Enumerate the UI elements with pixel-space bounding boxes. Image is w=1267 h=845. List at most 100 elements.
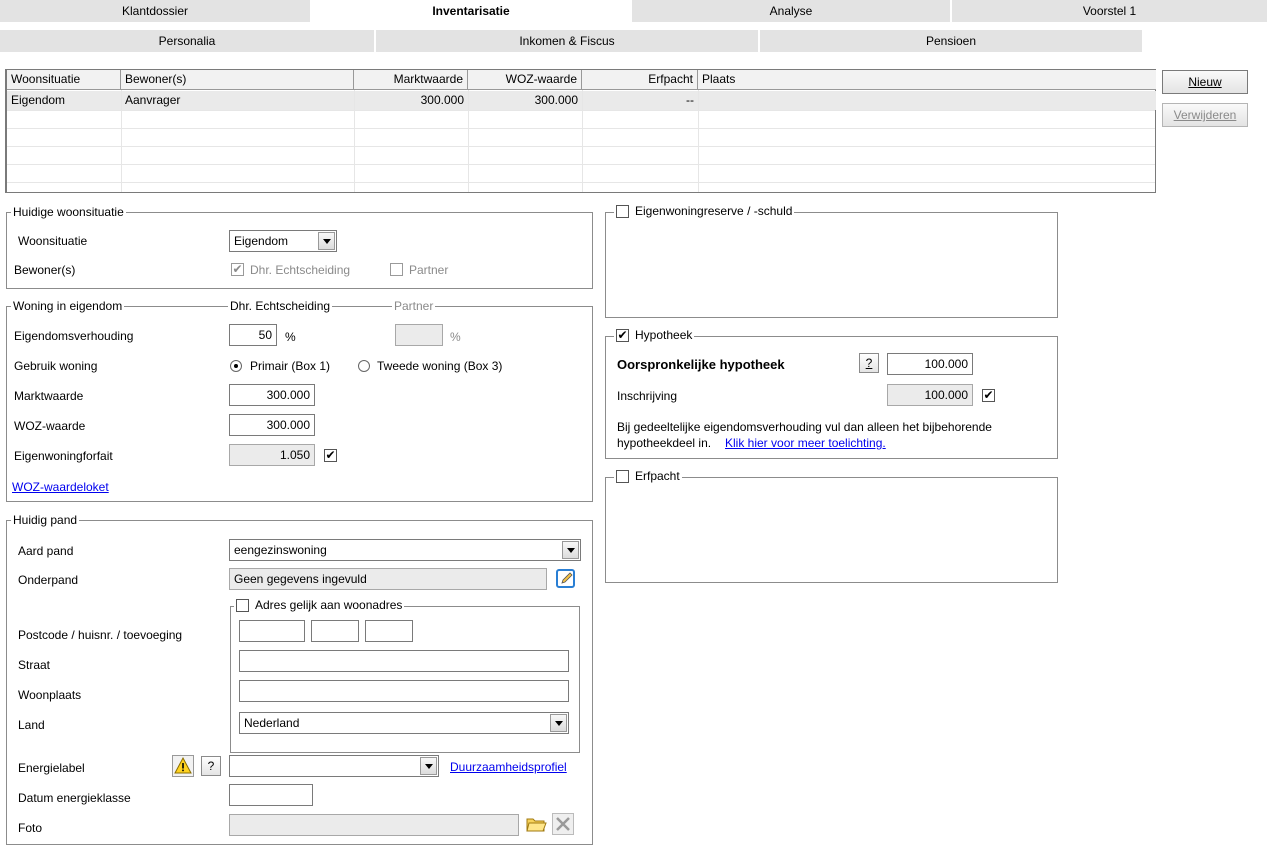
- hypotheek-checkbox[interactable]: ✔: [616, 329, 629, 343]
- tab-klantdossier[interactable]: Klantdossier: [0, 0, 312, 22]
- bewoner-partner-checkbox[interactable]: [390, 263, 403, 276]
- onderpand-label: Onderpand: [18, 573, 79, 587]
- tab-inkomen-fiscus[interactable]: Inkomen & Fiscus: [376, 30, 760, 52]
- foto-input[interactable]: [229, 814, 519, 836]
- energielabel-help-button[interactable]: ?: [201, 756, 221, 776]
- eigenwoningforfait-input[interactable]: 1.050: [229, 444, 315, 466]
- marktwaarde-label: Marktwaarde: [14, 389, 84, 403]
- tweede-woning-radio[interactable]: [358, 360, 370, 372]
- oorspronkelijke-hypotheek-input[interactable]: 100.000: [887, 353, 973, 375]
- erfpacht-legend: Erfpacht: [614, 469, 682, 484]
- row-divider: [7, 164, 1155, 165]
- toevoeging-input[interactable]: [365, 620, 413, 642]
- woz-waardeloket-link[interactable]: WOZ-waardeloket: [12, 479, 109, 495]
- tab-inventarisatie[interactable]: Inventarisatie: [312, 0, 632, 22]
- woz-waarde-input[interactable]: 300.000: [229, 414, 315, 436]
- eigendomsverhouding-input[interactable]: 50: [229, 324, 277, 346]
- column-header-partner: Partner: [392, 299, 436, 313]
- row-divider: [7, 128, 1155, 129]
- eigenwoningforfait-checkbox[interactable]: ✔: [324, 449, 337, 462]
- cell-erfpacht: --: [686, 93, 694, 107]
- woonplaats-input[interactable]: [239, 680, 569, 702]
- bewoner-partner-label: Partner: [409, 263, 449, 277]
- col-header-bewoners[interactable]: Bewoner(s): [121, 70, 354, 90]
- eigenwoningreserve-checkbox[interactable]: [616, 205, 629, 219]
- percent-label: %: [285, 330, 296, 344]
- woonplaats-label: Woonplaats: [18, 688, 82, 702]
- delete-photo-icon[interactable]: [552, 813, 574, 835]
- tweede-woning-label: Tweede woning (Box 3): [377, 359, 503, 373]
- gebruik-woning-label: Gebruik woning: [14, 359, 98, 373]
- adres-legend: Adres gelijk aan woonadres: [234, 598, 405, 613]
- tab-pensioen[interactable]: Pensioen: [760, 30, 1144, 52]
- primair-radio[interactable]: [230, 360, 242, 372]
- col-header-woz-waarde[interactable]: WOZ-waarde: [468, 70, 582, 90]
- inschrijving-label: Inschrijving: [617, 389, 678, 403]
- huisnummer-input[interactable]: [311, 620, 359, 642]
- erfpacht-checkbox[interactable]: [616, 470, 629, 484]
- col-header-woonsituatie[interactable]: Woonsituatie: [7, 70, 121, 90]
- onderpand-input[interactable]: Geen gegevens ingevuld: [229, 568, 547, 590]
- foto-label: Foto: [18, 821, 43, 835]
- cell-bewoners: Aanvrager: [125, 93, 181, 107]
- percent-partner-label: %: [450, 330, 461, 344]
- cell-marktwaarde: 300.000: [420, 93, 464, 107]
- chevron-down-icon: [420, 757, 437, 775]
- woonsituatie-label: Woonsituatie: [18, 234, 88, 248]
- adres-gelijk-checkbox[interactable]: [236, 599, 249, 613]
- inschrijving-checkbox[interactable]: ✔: [982, 389, 995, 402]
- woonsituatie-select[interactable]: Eigendom: [229, 230, 337, 252]
- energielabel-select[interactable]: [229, 755, 439, 777]
- edit-icon[interactable]: [555, 568, 577, 590]
- hypotheek-info-line2: hypotheekdeel in.: [617, 436, 712, 450]
- col-header-plaats[interactable]: Plaats: [698, 70, 1156, 90]
- hypotheek-help-button[interactable]: ?: [859, 353, 879, 373]
- oorspronkelijke-hypotheek-label: Oorspronkelijke hypotheek: [617, 357, 785, 372]
- woz-waarde-label: WOZ-waarde: [14, 419, 86, 433]
- primair-label: Primair (Box 1): [250, 359, 331, 373]
- woning-in-eigendom-legend: Woning in eigendom: [11, 299, 125, 313]
- duurzaamheidsprofiel-link[interactable]: Duurzaamheidsprofiel: [450, 759, 567, 775]
- eigendomsverhouding-partner-input[interactable]: [395, 324, 443, 346]
- chevron-down-icon: [562, 541, 579, 559]
- bewoner-echtscheiding-label: Dhr. Echtscheiding: [250, 263, 351, 277]
- warning-icon[interactable]: [172, 755, 194, 777]
- col-divider: [582, 90, 583, 192]
- verwijderen-button[interactable]: Verwijderen: [1162, 103, 1248, 127]
- hypotheek-info-line1: Bij gedeeltelijke eigendomsverhouding vu…: [617, 420, 992, 434]
- tab-personalia[interactable]: Personalia: [0, 30, 376, 52]
- straat-input[interactable]: [239, 650, 569, 672]
- hypotheek-legend: ✔ Hypotheek: [614, 328, 695, 343]
- tab-analyse[interactable]: Analyse: [632, 0, 952, 22]
- postcode-label: Postcode / huisnr. / toevoeging: [18, 628, 183, 642]
- bewoners-label: Bewoner(s): [14, 263, 76, 277]
- datum-energieklasse-label: Datum energieklasse: [18, 791, 131, 805]
- huidige-woonsituatie-legend: Huidige woonsituatie: [11, 205, 126, 219]
- row-divider: [7, 146, 1155, 147]
- erfpacht-group: [605, 477, 1058, 583]
- woonsituatie-table[interactable]: Woonsituatie Bewoner(s) Marktwaarde WOZ-…: [5, 69, 1156, 193]
- chevron-down-icon: [318, 232, 335, 250]
- tab-voorstel-1[interactable]: Voorstel 1: [952, 0, 1267, 22]
- col-divider: [354, 90, 355, 192]
- huidig-pand-legend: Huidig pand: [11, 513, 80, 527]
- row-divider: [7, 110, 1155, 111]
- aard-pand-select[interactable]: eengezinswoning: [229, 539, 581, 561]
- eigenwoningreserve-group: [605, 212, 1058, 318]
- bewoner-echtscheiding-checkbox[interactable]: ✔: [231, 263, 244, 276]
- toelichting-link[interactable]: Klik hier voor meer toelichting.: [725, 435, 886, 451]
- col-header-erfpacht[interactable]: Erfpacht: [582, 70, 698, 90]
- land-select[interactable]: Nederland: [239, 712, 569, 734]
- marktwaarde-input[interactable]: 300.000: [229, 384, 315, 406]
- datum-energieklasse-input[interactable]: [229, 784, 313, 806]
- chevron-down-icon: [550, 714, 567, 732]
- energielabel-label: Energielabel: [18, 761, 85, 775]
- nieuw-button[interactable]: Nieuw: [1162, 70, 1248, 94]
- postcode-input[interactable]: [239, 620, 305, 642]
- col-divider: [121, 90, 122, 192]
- eigenwoningreserve-legend: Eigenwoningreserve / -schuld: [614, 204, 795, 219]
- col-header-marktwaarde[interactable]: Marktwaarde: [354, 70, 468, 90]
- eigendomsverhouding-label: Eigendomsverhouding: [14, 329, 134, 343]
- folder-icon[interactable]: [525, 813, 547, 835]
- inschrijving-input[interactable]: 100.000: [887, 384, 973, 406]
